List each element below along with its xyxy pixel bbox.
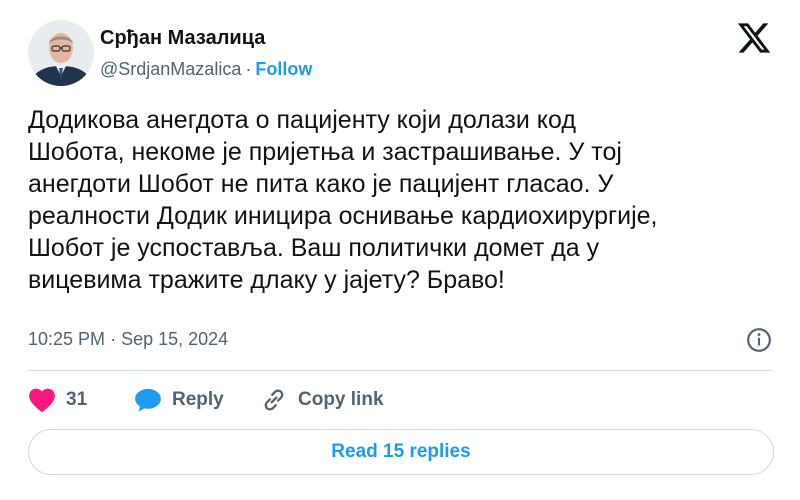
reply-button[interactable]: Reply [134,384,224,416]
reply-bubble-icon [135,388,161,412]
tweet-timestamp[interactable]: 10:25 PM · Sep 15, 2024 [28,329,228,350]
avatar[interactable] [28,20,94,86]
tweet-date: Sep 15, 2024 [121,329,229,349]
copy-link-button[interactable]: Copy link [260,384,384,416]
info-icon[interactable] [746,327,772,353]
divider [28,370,772,371]
heart-icon [29,388,55,413]
read-replies-button[interactable]: Read 15 replies [28,429,774,475]
link-icon [264,389,284,411]
dot-separator: · [245,59,252,79]
copy-link-label: Copy link [298,389,384,410]
like-button[interactable]: 31 [28,384,87,416]
tweet-card: Срђан Мазалица @SrdjanMazalica · Follow До… [0,0,800,500]
author-handle[interactable]: @SrdjanMazalica [100,59,241,79]
follow-button[interactable]: Follow [255,59,312,79]
tweet-time: 10:25 PM [28,329,106,349]
x-logo-icon[interactable] [736,20,772,56]
handle-row: @SrdjanMazalica · Follow [100,59,312,80]
author-name[interactable]: Срђан Мазалица [100,27,265,50]
action-bar: 31 Reply Copy link [28,384,772,416]
reply-label: Reply [172,389,224,410]
tweet-header: Срђан Мазалица @SrdjanMazalica · Follow [28,14,772,90]
date-separator: · [110,329,117,349]
tweet-text: Додикова анегдота о пацијенту који долаз… [28,106,658,294]
like-count: 31 [66,389,88,410]
